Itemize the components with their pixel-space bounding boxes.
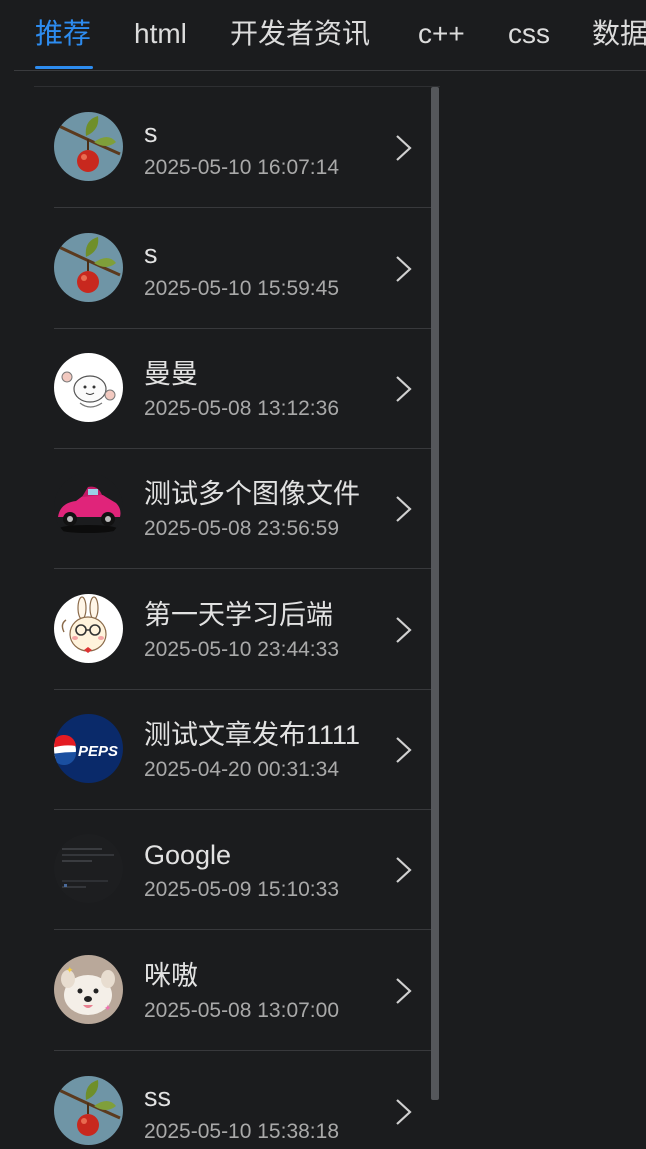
author-avatar: ✦ ✦ <box>54 955 123 1024</box>
pink-car-icon <box>54 473 123 542</box>
author-avatar: PEPS <box>54 714 123 783</box>
white-bunny-sticker-icon <box>54 353 123 422</box>
pepsi-logo-icon: PEPS <box>54 714 123 783</box>
chevron-right-icon <box>396 617 412 643</box>
tab-developer-news[interactable]: 开发者资讯 <box>230 16 370 52</box>
chevron-right-icon <box>396 496 412 522</box>
article-item[interactable]: PEPS 测试文章发布1111 2025-04-20 00:31:34 <box>54 689 437 810</box>
article-title: 咪嗷 <box>144 961 198 991</box>
author-avatar <box>54 112 123 181</box>
article-date: 2025-05-10 23:44:33 <box>144 638 339 661</box>
svg-text:PEPS: PEPS <box>78 743 118 760</box>
chevron-right-icon <box>396 376 412 402</box>
author-avatar <box>54 233 123 302</box>
tab-html[interactable]: html <box>134 16 187 52</box>
article-item[interactable]: s 2025-05-10 15:59:45 <box>54 208 437 329</box>
article-date: 2025-05-10 15:38:18 <box>144 1120 339 1143</box>
chevron-right-icon <box>396 256 412 282</box>
article-title: 曼曼 <box>144 359 198 389</box>
article-title: s <box>144 239 158 269</box>
svg-text:✦: ✦ <box>66 965 74 975</box>
chevron-right-icon <box>396 737 412 763</box>
article-date: 2025-05-10 15:59:45 <box>144 277 339 300</box>
author-avatar <box>54 1076 123 1145</box>
article-list: s 2025-05-10 16:07:14 s 2025-05-10 15:59… <box>34 86 440 1149</box>
apple-branch-icon <box>54 233 123 302</box>
author-avatar <box>54 594 123 663</box>
tab-cpp[interactable]: c++ <box>418 16 465 52</box>
article-date: 2025-05-10 16:07:14 <box>144 156 339 179</box>
article-item[interactable]: s 2025-05-10 16:07:14 <box>54 87 437 208</box>
list-scrollbar[interactable] <box>431 87 439 1100</box>
author-avatar <box>54 473 123 542</box>
article-item[interactable]: Google 2025-05-09 15:10:33 <box>54 809 437 930</box>
article-date: 2025-05-09 15:10:33 <box>144 878 339 901</box>
article-title: Google <box>144 840 232 870</box>
fluffy-dog-icon: ✦ ✦ <box>54 955 123 1024</box>
article-item[interactable]: ss 2025-05-10 15:38:18 <box>54 1051 437 1149</box>
author-avatar <box>54 353 123 422</box>
dark-screenshot-icon <box>54 834 123 903</box>
article-item[interactable]: 第一天学习后端 2025-05-10 23:44:33 <box>54 569 437 690</box>
article-date: 2025-05-08 13:07:00 <box>144 999 339 1022</box>
article-item[interactable]: 测试多个图像文件 2025-05-08 23:56:59 <box>54 448 437 569</box>
active-tab-indicator <box>35 66 93 69</box>
tab-data[interactable]: 数据 <box>592 16 646 52</box>
tab-recommend[interactable]: 推荐 <box>35 16 91 52</box>
article-title: 测试多个图像文件 <box>144 479 360 509</box>
article-title: 测试文章发布1111 <box>144 720 361 750</box>
article-item[interactable]: ✦ ✦ 咪嗷 2025-05-08 13:07:00 <box>54 930 437 1051</box>
glasses-bunny-sticker-icon <box>54 594 123 663</box>
article-date: 2025-05-08 13:12:36 <box>144 397 339 420</box>
chevron-right-icon <box>396 978 412 1004</box>
article-date: 2025-05-08 23:56:59 <box>144 517 339 540</box>
tab-css[interactable]: css <box>508 16 550 52</box>
svg-text:✦: ✦ <box>104 1003 112 1013</box>
article-title: s <box>144 118 158 148</box>
apple-branch-icon <box>54 112 123 181</box>
chevron-right-icon <box>396 857 412 883</box>
article-title: 第一天学习后端 <box>144 600 333 630</box>
category-tabs: 推荐 html 开发者资讯 c++ css 数据 <box>14 0 646 71</box>
article-date: 2025-04-20 00:31:34 <box>144 758 339 781</box>
article-item[interactable]: 曼曼 2025-05-08 13:12:36 <box>54 328 437 449</box>
chevron-right-icon <box>396 135 412 161</box>
author-avatar <box>54 834 123 903</box>
chevron-right-icon <box>396 1099 412 1125</box>
article-title: ss <box>144 1082 171 1112</box>
apple-branch-icon <box>54 1076 123 1145</box>
